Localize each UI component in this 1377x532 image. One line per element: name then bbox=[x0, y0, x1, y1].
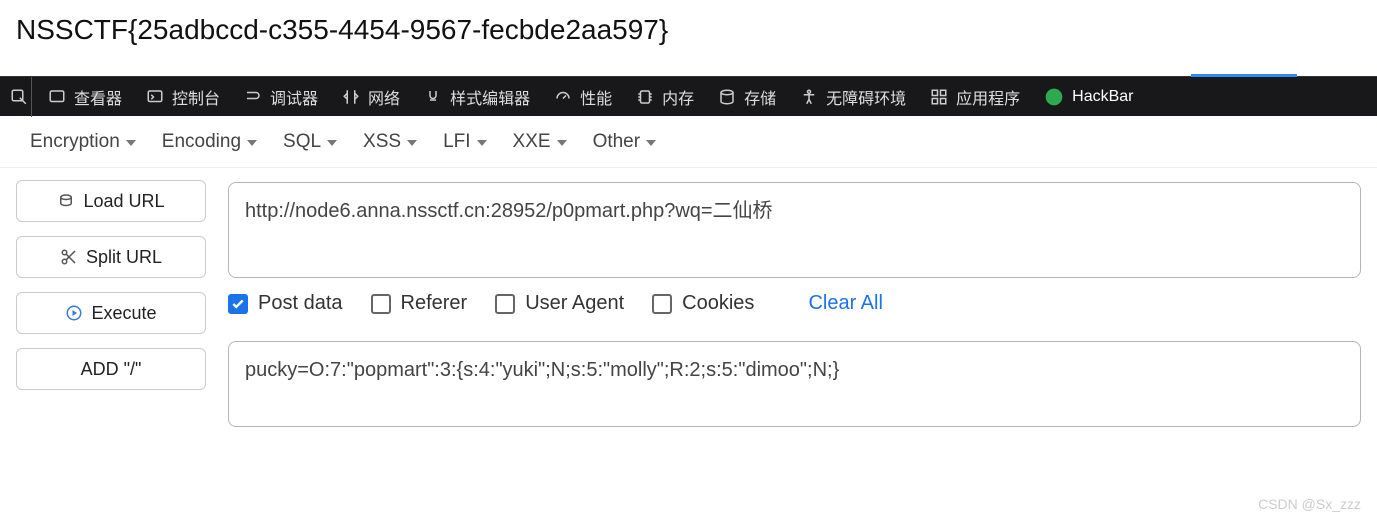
tab-label: 样式编辑器 bbox=[450, 85, 530, 109]
inspector-icon bbox=[48, 88, 66, 106]
hackbar-icon bbox=[1044, 87, 1064, 107]
menu-encryption[interactable]: Encryption bbox=[30, 131, 136, 153]
button-label: ADD "/" bbox=[81, 359, 142, 380]
menu-label: XSS bbox=[363, 131, 401, 153]
check-user-agent[interactable]: User Agent bbox=[495, 292, 624, 315]
active-tab-indicator bbox=[1191, 74, 1297, 77]
label: User Agent bbox=[525, 292, 624, 315]
tab-label: 无障碍环境 bbox=[826, 85, 906, 109]
clear-all-link[interactable]: Clear All bbox=[808, 292, 882, 315]
scissors-icon bbox=[60, 248, 78, 266]
checkbox-icon bbox=[371, 294, 391, 314]
menu-other[interactable]: Other bbox=[593, 131, 657, 153]
accessibility-icon bbox=[800, 88, 818, 106]
tab-label: 内存 bbox=[662, 85, 694, 109]
hackbar-menu-bar: Encryption Encoding SQL XSS LFI XXE Othe… bbox=[0, 116, 1377, 168]
tab-apps[interactable]: 应用程序 bbox=[918, 77, 1032, 117]
hackbar-body: Load URL Split URL Execute ADD "/" Post … bbox=[0, 168, 1377, 439]
tab-label: 网络 bbox=[368, 85, 400, 109]
main-column: Post data Referer User Agent Cookies Cle… bbox=[228, 180, 1361, 427]
split-url-button[interactable]: Split URL bbox=[16, 236, 206, 278]
chevron-down-icon bbox=[247, 140, 257, 146]
check-cookies[interactable]: Cookies bbox=[652, 292, 754, 315]
apps-icon bbox=[930, 88, 948, 106]
console-icon bbox=[146, 88, 164, 106]
storage-icon bbox=[718, 88, 736, 106]
menu-lfi[interactable]: LFI bbox=[443, 131, 486, 153]
menu-label: Encoding bbox=[162, 131, 241, 153]
element-picker-icon[interactable] bbox=[6, 77, 32, 117]
url-input[interactable] bbox=[228, 182, 1361, 278]
label: Cookies bbox=[682, 292, 754, 315]
load-url-button[interactable]: Load URL bbox=[16, 180, 206, 222]
checkbox-icon bbox=[652, 294, 672, 314]
menu-xxe[interactable]: XXE bbox=[513, 131, 567, 153]
chevron-down-icon bbox=[407, 140, 417, 146]
tab-memory[interactable]: 内存 bbox=[624, 77, 706, 117]
page-title: NSSCTF{25adbccd-c355-4454-9567-fecbde2aa… bbox=[0, 0, 1377, 76]
button-label: Load URL bbox=[83, 191, 164, 212]
tab-label: HackBar bbox=[1072, 88, 1133, 106]
add-slash-button[interactable]: ADD "/" bbox=[16, 348, 206, 390]
check-referer[interactable]: Referer bbox=[371, 292, 468, 315]
execute-button[interactable]: Execute bbox=[16, 292, 206, 334]
side-buttons: Load URL Split URL Execute ADD "/" bbox=[16, 180, 206, 427]
menu-label: SQL bbox=[283, 131, 321, 153]
menu-xss[interactable]: XSS bbox=[363, 131, 417, 153]
chevron-down-icon bbox=[327, 140, 337, 146]
tab-debugger[interactable]: 调试器 bbox=[232, 77, 330, 117]
memory-icon bbox=[636, 88, 654, 106]
tab-label: 调试器 bbox=[270, 85, 318, 109]
tab-console[interactable]: 控制台 bbox=[134, 77, 232, 117]
tab-inspector[interactable]: 查看器 bbox=[36, 77, 134, 117]
checkbox-icon bbox=[228, 294, 248, 314]
tab-label: 控制台 bbox=[172, 85, 220, 109]
post-data-input[interactable] bbox=[228, 341, 1361, 427]
menu-label: Other bbox=[593, 131, 641, 153]
chevron-down-icon bbox=[557, 140, 567, 146]
menu-encoding[interactable]: Encoding bbox=[162, 131, 257, 153]
tab-label: 应用程序 bbox=[956, 85, 1020, 109]
tab-label: 存储 bbox=[744, 85, 776, 109]
performance-icon bbox=[554, 88, 572, 106]
debugger-icon bbox=[244, 88, 262, 106]
chevron-down-icon bbox=[477, 140, 487, 146]
tab-network[interactable]: 网络 bbox=[330, 77, 412, 117]
chevron-down-icon bbox=[646, 140, 656, 146]
checkbox-icon bbox=[495, 294, 515, 314]
network-icon bbox=[342, 88, 360, 106]
load-url-icon bbox=[57, 192, 75, 210]
menu-label: XXE bbox=[513, 131, 551, 153]
tab-hackbar[interactable]: HackBar bbox=[1032, 77, 1145, 117]
button-label: Execute bbox=[91, 303, 156, 324]
button-label: Split URL bbox=[86, 247, 162, 268]
watermark: CSDN @Sx_zzz bbox=[1258, 496, 1361, 512]
style-icon bbox=[424, 88, 442, 106]
play-icon bbox=[65, 304, 83, 322]
tab-label: 性能 bbox=[580, 85, 612, 109]
tab-performance[interactable]: 性能 bbox=[542, 77, 624, 117]
tab-accessibility[interactable]: 无障碍环境 bbox=[788, 77, 918, 117]
menu-label: Encryption bbox=[30, 131, 120, 153]
chevron-down-icon bbox=[126, 140, 136, 146]
label: Referer bbox=[401, 292, 468, 315]
tab-label: 查看器 bbox=[74, 85, 122, 109]
tab-storage[interactable]: 存储 bbox=[706, 77, 788, 117]
label: Post data bbox=[258, 292, 343, 315]
request-options-row: Post data Referer User Agent Cookies Cle… bbox=[228, 292, 1361, 315]
devtools-tab-bar: 查看器 控制台 调试器 网络 样式编辑器 性能 内存 存储 无障碍环境 应用程序… bbox=[0, 76, 1377, 116]
menu-sql[interactable]: SQL bbox=[283, 131, 337, 153]
check-post-data[interactable]: Post data bbox=[228, 292, 343, 315]
tab-style[interactable]: 样式编辑器 bbox=[412, 77, 542, 117]
menu-label: LFI bbox=[443, 131, 470, 153]
